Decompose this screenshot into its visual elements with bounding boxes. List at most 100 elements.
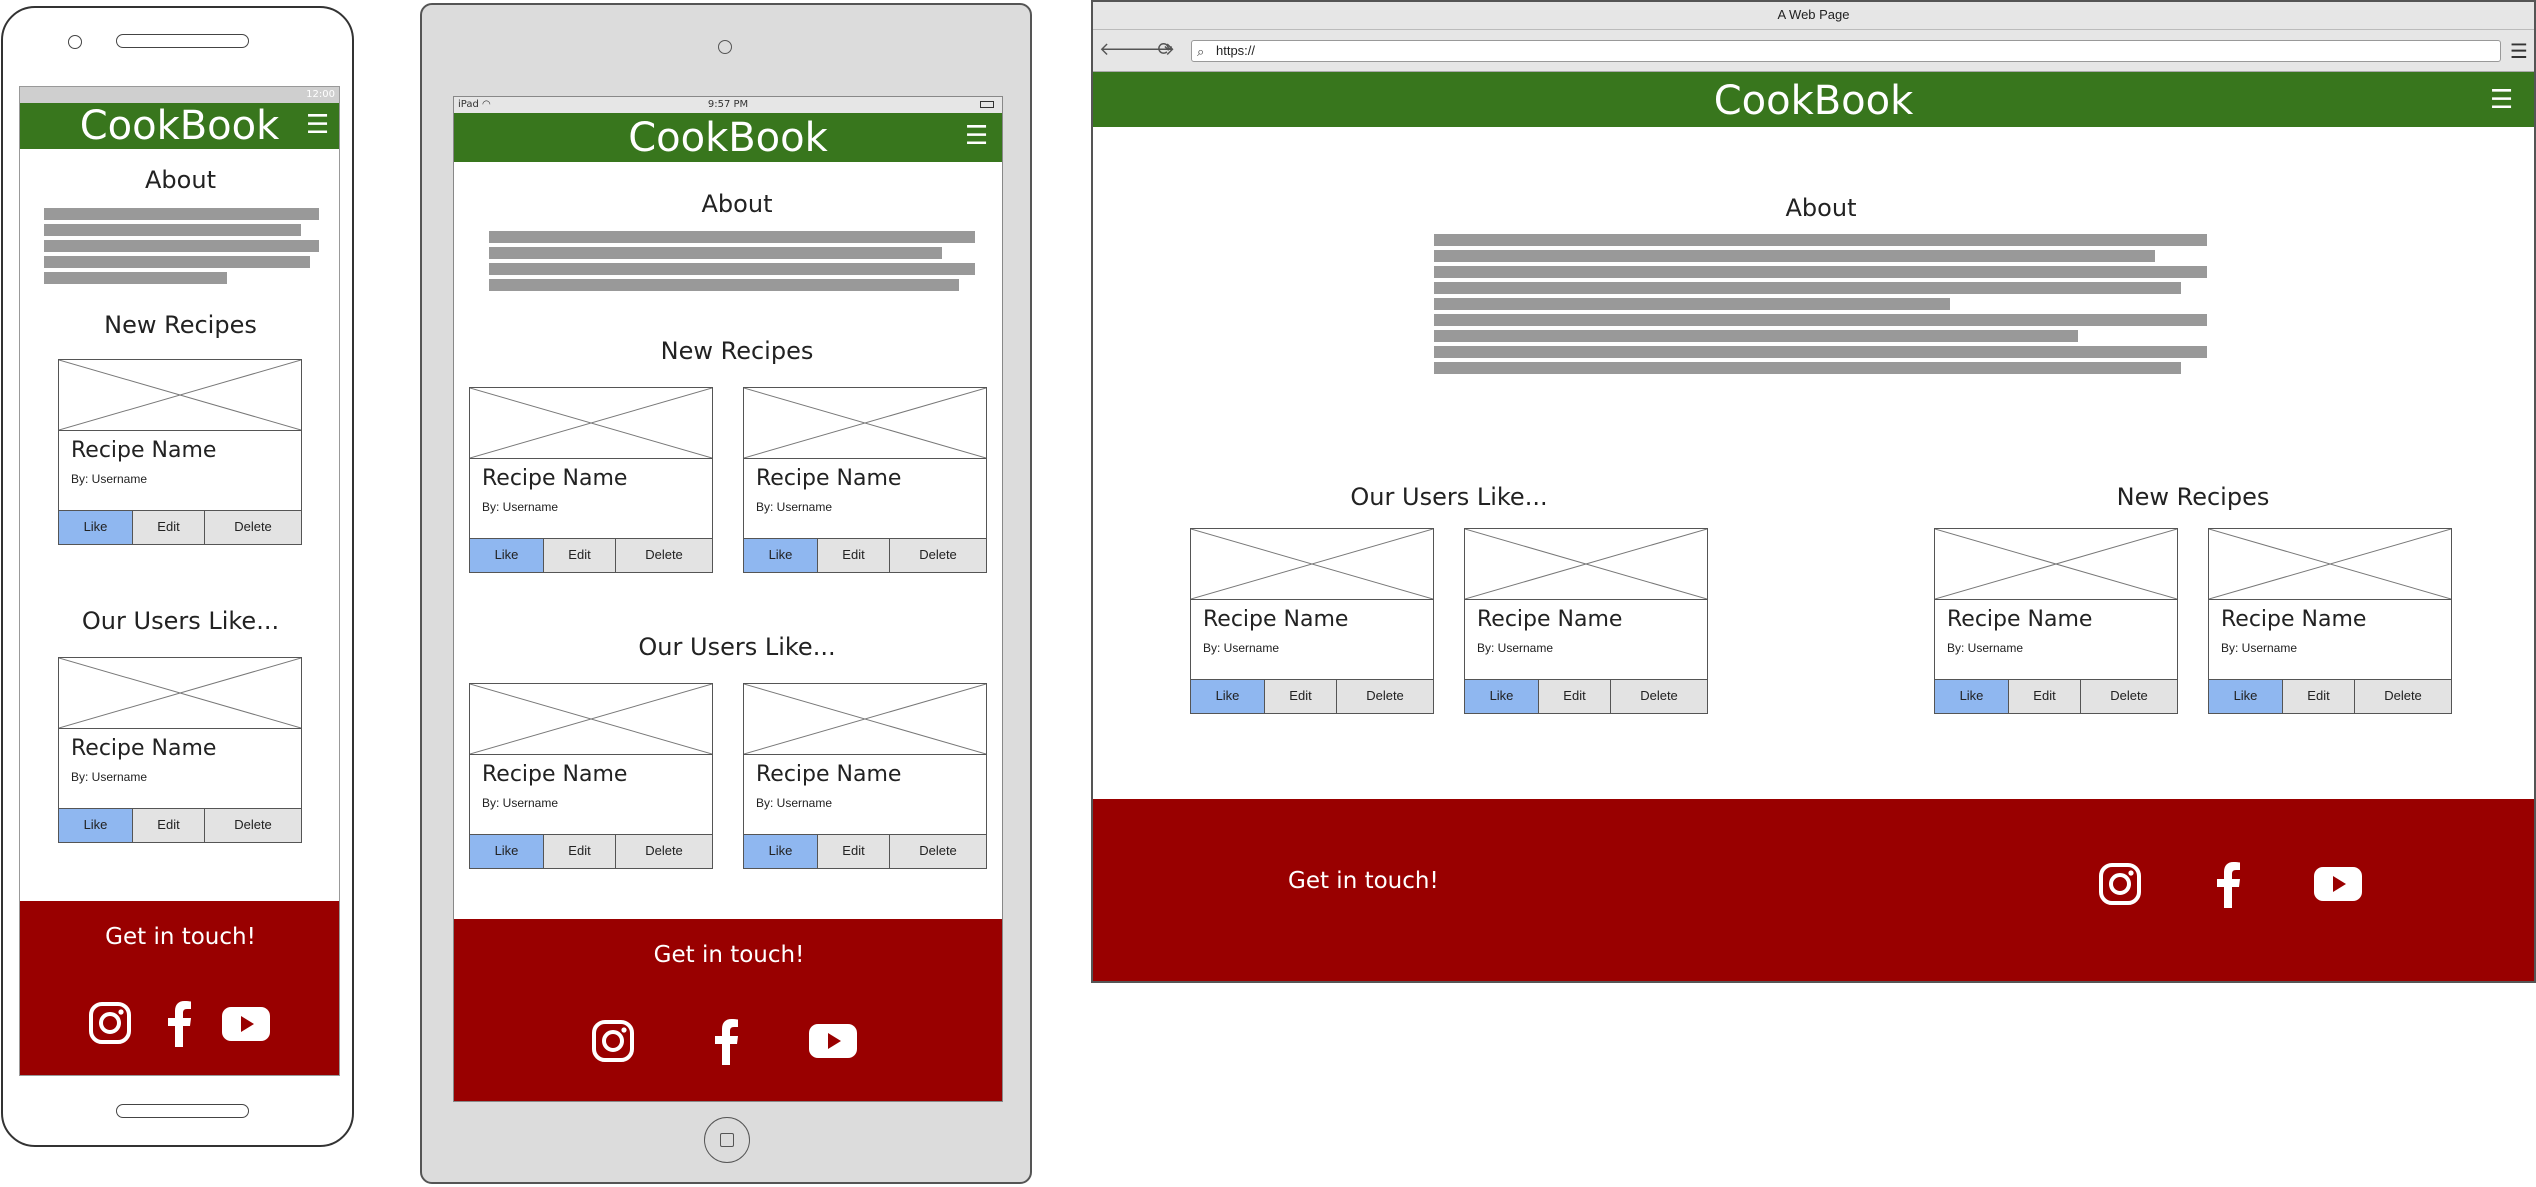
phone-mockup: 12:00 CookBook ☰ About New Recipes Recip… [1,6,354,1147]
instagram-icon[interactable] [591,1019,635,1063]
recipe-card[interactable]: Recipe Name By: Username Like Edit Delete [2208,528,2452,714]
edit-button[interactable]: Edit [818,539,890,572]
recipe-image-placeholder [744,684,986,755]
edit-button[interactable]: Edit [1539,680,1611,713]
like-button[interactable]: Like [744,835,818,868]
recipe-name[interactable]: Recipe Name [2221,607,2366,633]
edit-button[interactable]: Edit [133,809,205,842]
footer: Get in touch! [20,901,339,1075]
recipe-name[interactable]: Recipe Name [71,438,216,464]
delete-button[interactable]: Delete [1611,680,1707,713]
recipe-name[interactable]: Recipe Name [1203,607,1348,633]
users-like-heading: Our Users Like... [81,607,280,635]
delete-button[interactable]: Delete [616,835,712,868]
battery-icon [980,101,994,108]
forward-arrow-icon[interactable]: 🡒 [1127,40,1175,60]
like-button[interactable]: Like [59,511,133,544]
edit-button[interactable]: Edit [2009,680,2081,713]
recipe-card[interactable]: Recipe Name By: Username Like Edit Delete [743,387,987,573]
like-button[interactable]: Like [1191,680,1265,713]
recipe-author: By: Username [482,500,559,514]
like-button[interactable]: Like [1465,680,1539,713]
phone-status-text: 12:00 [306,89,335,100]
recipe-card[interactable]: Recipe Name By: Username Like Edit Delete [1190,528,1434,714]
like-button[interactable]: Like [470,835,544,868]
new-recipes-heading: New Recipes [2116,483,2270,511]
about-text-line [489,231,975,243]
like-button[interactable]: Like [744,539,818,572]
url-bar[interactable]: ⌕ https:// [1191,40,2501,62]
recipe-name[interactable]: Recipe Name [1947,607,2092,633]
delete-button[interactable]: Delete [890,539,986,572]
about-text-line [1434,298,1950,310]
tablet-screen: iPad ◠ 9:57 PM CookBook ☰ About New Reci… [453,96,1003,1102]
youtube-icon[interactable] [809,1024,857,1058]
recipe-card[interactable]: Recipe Name By: Username Like Edit Delete [1464,528,1708,714]
reload-icon[interactable]: ⟳ [1155,40,1175,60]
brand-logo[interactable]: CookBook [454,116,1002,160]
delete-button[interactable]: Delete [205,511,301,544]
delete-button[interactable]: Delete [205,809,301,842]
facebook-icon[interactable] [712,1017,740,1065]
youtube-icon[interactable] [2314,867,2362,901]
recipe-author: By: Username [482,796,559,810]
edit-button[interactable]: Edit [1265,680,1337,713]
like-button[interactable]: Like [470,539,544,572]
instagram-icon[interactable] [2098,862,2142,906]
youtube-icon[interactable] [222,1007,270,1041]
recipe-name[interactable]: Recipe Name [482,466,627,492]
edit-button[interactable]: Edit [818,835,890,868]
browser-toolbar: 🡐 🡒 ⟳ ⌕ https:// ☰ [1093,30,2534,72]
like-button[interactable]: Like [2209,680,2283,713]
new-recipes-heading: New Recipes [104,311,257,339]
about-text-line [1434,362,2181,374]
recipe-author: By: Username [1477,641,1554,655]
about-heading: About [1785,194,1857,222]
about-text-line [1434,250,2155,262]
recipe-name[interactable]: Recipe Name [756,466,901,492]
back-arrow-icon[interactable]: 🡐 [1099,40,1147,60]
recipe-card[interactable]: Recipe Name By: Username Like Edit Delete [1934,528,2178,714]
brand-logo[interactable]: CookBook [20,106,339,146]
brand-logo[interactable]: CookBook [1093,79,2534,123]
users-like-heading: Our Users Like... [1350,483,1548,511]
tablet-home-button [704,1117,750,1163]
recipe-card[interactable]: Recipe Name By: Username Like Edit Delete [469,387,713,573]
recipe-author: By: Username [1203,641,1280,655]
about-text-line [44,224,301,236]
recipe-name[interactable]: Recipe Name [71,736,216,762]
hamburger-menu-icon[interactable]: ☰ [965,123,988,149]
delete-button[interactable]: Delete [890,835,986,868]
delete-button[interactable]: Delete [616,539,712,572]
recipe-card[interactable]: Recipe Name By: Username Like Edit Delete [743,683,987,869]
delete-button[interactable]: Delete [2081,680,2177,713]
hamburger-menu-icon[interactable]: ☰ [2490,87,2513,113]
recipe-name[interactable]: Recipe Name [1477,607,1622,633]
delete-button[interactable]: Delete [2355,680,2451,713]
edit-button[interactable]: Edit [133,511,205,544]
delete-button[interactable]: Delete [1337,680,1433,713]
like-button[interactable]: Like [1935,680,2009,713]
phone-navbar: CookBook ☰ [20,103,339,149]
about-text-line [44,272,227,284]
search-icon: ⌕ [1197,45,1205,60]
edit-button[interactable]: Edit [2283,680,2355,713]
recipe-card[interactable]: Recipe Name By: Username Like Edit Delete [58,657,302,843]
edit-button[interactable]: Edit [544,539,616,572]
recipe-name[interactable]: Recipe Name [756,762,901,788]
about-text-line [44,240,319,252]
facebook-icon[interactable] [2214,860,2242,908]
get-in-touch-text: Get in touch! [105,924,256,950]
recipe-name[interactable]: Recipe Name [482,762,627,788]
like-button[interactable]: Like [59,809,133,842]
recipe-image-placeholder [744,388,986,459]
browser-navbar: CookBook ☰ [1093,72,2534,127]
recipe-card[interactable]: Recipe Name By: Username Like Edit Delete [58,359,302,545]
instagram-icon[interactable] [88,1001,132,1045]
edit-button[interactable]: Edit [544,835,616,868]
recipe-card[interactable]: Recipe Name By: Username Like Edit Delete [469,683,713,869]
facebook-icon[interactable] [165,999,193,1047]
browser-menu-icon[interactable]: ☰ [2508,40,2530,62]
hamburger-menu-icon[interactable]: ☰ [306,112,329,138]
recipe-image-placeholder [470,684,712,755]
